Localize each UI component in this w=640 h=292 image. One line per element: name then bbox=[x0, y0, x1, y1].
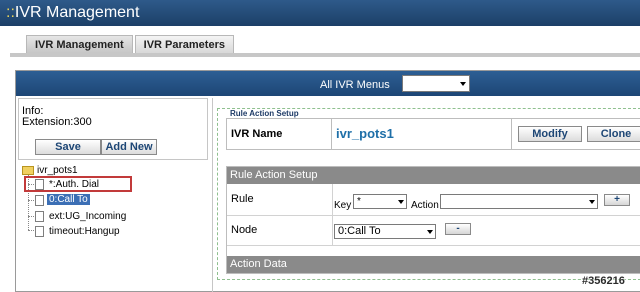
remove-node-button[interactable]: - bbox=[445, 223, 471, 235]
column-divider bbox=[332, 184, 333, 216]
rule-action-setup-table: Rule Action Setup Rule Key * Action + No… bbox=[226, 166, 640, 274]
right-panel: Rule Action Setup IVR Name ivr_pots1 Mod… bbox=[212, 98, 640, 292]
tree-item-call-to[interactable]: 0:Call To bbox=[47, 194, 90, 205]
chevron-down-icon bbox=[589, 200, 595, 204]
save-button[interactable]: Save bbox=[35, 139, 101, 155]
tree-connector bbox=[28, 230, 34, 231]
fieldset-legend: Rule Action Setup bbox=[229, 109, 300, 118]
rule-label: Rule bbox=[231, 193, 254, 205]
all-ivr-menus-label: All IVR Menus bbox=[320, 79, 390, 91]
ivr-name-value-cell: ivr_pots1 bbox=[332, 119, 512, 149]
add-new-button[interactable]: Add New bbox=[101, 139, 157, 155]
document-icon bbox=[35, 195, 44, 206]
ivr-name-label-cell: IVR Name bbox=[227, 119, 332, 149]
folder-icon bbox=[22, 166, 34, 175]
tree-item-timeout-hangup[interactable]: timeout:Hangup bbox=[49, 226, 120, 237]
app-title-bar: ::IVR Management bbox=[0, 0, 640, 26]
ivr-name-row: IVR Name ivr_pots1 Modify Clone bbox=[226, 118, 640, 150]
highlight-box bbox=[24, 176, 132, 192]
rule-row: Rule Key * Action + bbox=[227, 184, 640, 216]
action-data-header: Action Data bbox=[227, 256, 640, 273]
node-label: Node bbox=[231, 224, 258, 236]
key-select[interactable]: * bbox=[353, 194, 407, 209]
info-box: Info: Extension:300 Save Add New bbox=[18, 98, 208, 160]
key-select-value: * bbox=[357, 196, 361, 207]
tab-ivr-management[interactable]: IVR Management bbox=[26, 35, 133, 53]
ivr-menu-select[interactable] bbox=[402, 75, 470, 92]
tree-connector bbox=[28, 200, 34, 201]
tab-ivr-parameters[interactable]: IVR Parameters bbox=[134, 35, 234, 53]
tree-item-ug-incoming[interactable]: ext:UG_Incoming bbox=[49, 211, 126, 222]
title-prefix: :: bbox=[6, 4, 15, 21]
ivr-name-label: IVR Name bbox=[231, 128, 283, 140]
tree-connector bbox=[28, 216, 34, 217]
key-label: Key bbox=[334, 200, 352, 211]
ivr-tree: ivr_pots1 *:Auth. Dial 0:Call To ext:UG_… bbox=[18, 162, 208, 292]
ivr-menu-bar: All IVR Menus bbox=[16, 71, 640, 96]
tab-underline bbox=[10, 53, 640, 57]
node-select[interactable]: 0:Call To bbox=[334, 224, 436, 239]
document-icon bbox=[35, 226, 44, 237]
modify-button[interactable]: Modify bbox=[518, 126, 582, 142]
add-rule-button[interactable]: + bbox=[604, 194, 630, 206]
chevron-down-icon bbox=[460, 82, 466, 86]
extension-text: Extension:300 bbox=[22, 116, 92, 128]
chevron-down-icon bbox=[427, 230, 433, 234]
chevron-down-icon bbox=[398, 200, 404, 204]
clone-button[interactable]: Clone bbox=[587, 126, 640, 142]
tree-root-ivr-pots1[interactable]: ivr_pots1 bbox=[37, 165, 78, 176]
page-title: IVR Management bbox=[14, 4, 140, 21]
node-row: Node 0:Call To - bbox=[227, 216, 640, 246]
ivr-name-value: ivr_pots1 bbox=[336, 126, 394, 141]
document-icon bbox=[35, 211, 44, 222]
rule-action-setup-header: Rule Action Setup bbox=[227, 167, 640, 184]
tab-bar: IVR Management IVR Parameters bbox=[26, 35, 236, 53]
node-select-value: 0:Call To bbox=[338, 225, 381, 237]
column-divider bbox=[332, 216, 333, 246]
action-select[interactable] bbox=[440, 194, 598, 209]
action-label: Action bbox=[411, 200, 439, 211]
watermark-text: #356216 bbox=[582, 275, 625, 287]
left-panel: Info: Extension:300 Save Add New ivr_pot… bbox=[18, 98, 208, 292]
